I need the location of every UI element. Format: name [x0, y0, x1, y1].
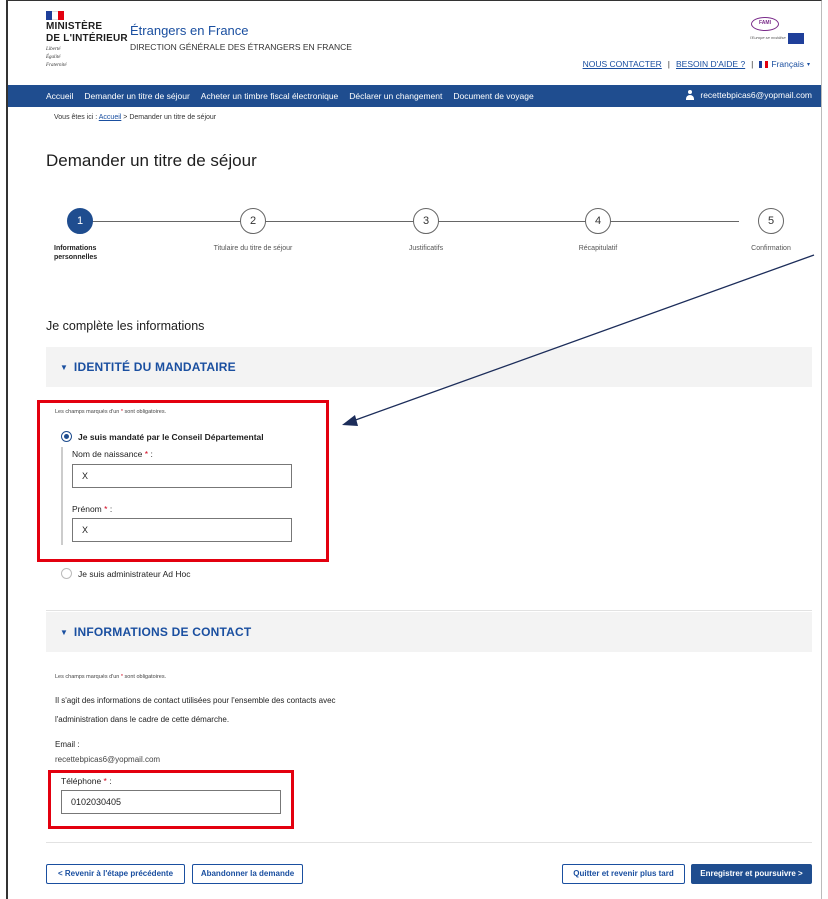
browser-frame: MINISTÈRE DE L'INTÉRIEUR Liberté Égalité… — [6, 0, 822, 899]
annotation-arrow — [342, 254, 815, 426]
arrow-line — [349, 254, 815, 423]
arrow-head — [342, 415, 358, 426]
